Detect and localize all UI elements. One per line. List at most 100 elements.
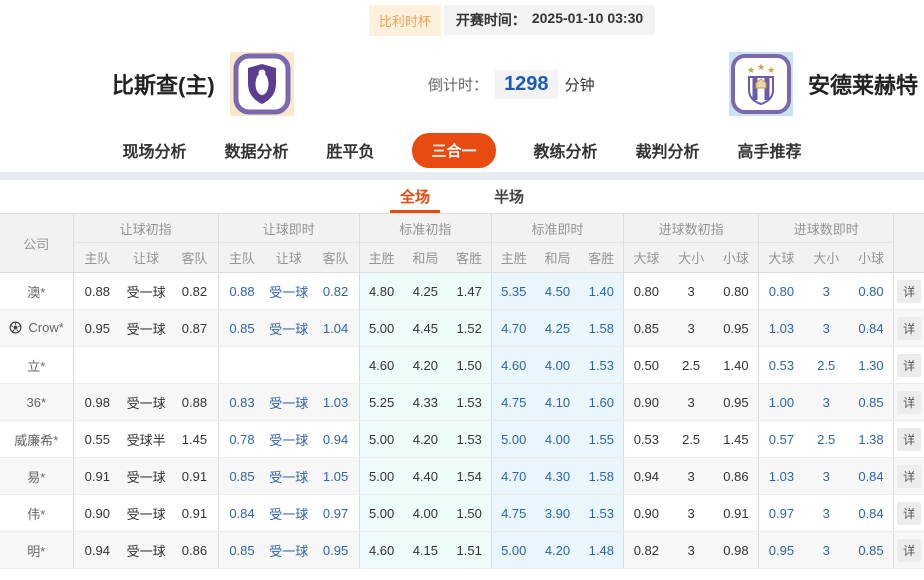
nav-tab[interactable]: 现场分析 xyxy=(122,138,186,162)
detail-button[interactable]: 详 xyxy=(897,502,921,525)
nav-tab[interactable]: 教练分析 xyxy=(534,138,598,162)
odds-cell: 0.91 xyxy=(171,458,218,495)
company-cell[interactable]: 36* xyxy=(0,384,73,421)
odds-cell: 5.00 xyxy=(359,458,403,495)
odds-cell: 1.47 xyxy=(447,273,491,310)
home-team-crest xyxy=(230,52,294,116)
odds-cell: 4.60 xyxy=(359,532,403,569)
detail-button[interactable]: 详 xyxy=(897,465,921,488)
company-name: Crow* xyxy=(28,320,63,335)
detail-button[interactable]: 详 xyxy=(897,280,921,303)
odds-cell: 1.54 xyxy=(447,458,491,495)
group-header-standard-initial: 标准初指 xyxy=(359,214,491,243)
company-name: 36* xyxy=(27,395,47,410)
odds-cell: 受一球 xyxy=(265,273,312,310)
period-tab[interactable]: 全场 xyxy=(390,180,440,213)
home-team-name: 比斯查(主) xyxy=(112,68,215,100)
odds-cell: 0.80 xyxy=(759,273,804,310)
group-header-goals-initial: 进球数初指 xyxy=(624,214,759,243)
company-header: 公司 xyxy=(0,214,73,273)
analysis-nav: 现场分析 数据分析 胜平负 三合一 教练分析 裁判分析 高手推荐 xyxy=(0,128,924,172)
odds-cell: 0.95 xyxy=(714,384,759,421)
company-cell[interactable]: 澳* xyxy=(0,273,73,310)
group-header-handicap-initial: 让球初指 xyxy=(73,214,218,243)
odds-cell: 0.95 xyxy=(312,532,359,569)
odds-cell: 1.53 xyxy=(580,495,624,532)
odds-cell: 3 xyxy=(669,273,714,310)
odds-cell: 0.95 xyxy=(73,310,121,347)
odds-cell: 受一球 xyxy=(121,532,171,569)
detail-button[interactable]: 详 xyxy=(897,428,921,451)
section-divider xyxy=(0,172,924,180)
company-cell[interactable]: 伟* xyxy=(0,495,73,532)
odds-cell: 受一球 xyxy=(121,495,171,532)
kickoff-time: 2025-01-10 03:30 xyxy=(532,10,643,30)
odds-cell: 1.50 xyxy=(447,347,491,384)
col-header: 和局 xyxy=(535,243,579,273)
odds-cell: 0.90 xyxy=(624,495,669,532)
odds-cell: 1.03 xyxy=(312,384,359,421)
col-header: 大小 xyxy=(804,243,849,273)
nav-tab[interactable]: 裁判分析 xyxy=(636,138,700,162)
odds-cell: 0.78 xyxy=(218,421,265,458)
detail-cell: 详 xyxy=(894,347,924,384)
odds-cell: 0.84 xyxy=(849,310,894,347)
odds-cell: 3 xyxy=(804,310,849,347)
odds-cell: 受一球 xyxy=(121,458,171,495)
period-tab[interactable]: 半场 xyxy=(484,180,534,213)
odds-cell: 1.45 xyxy=(714,421,759,458)
odds-cell: 1.40 xyxy=(714,347,759,384)
nav-tab[interactable]: 高手推荐 xyxy=(738,138,802,162)
odds-cell: 1.03 xyxy=(759,458,804,495)
odds-cell: 0.88 xyxy=(73,273,121,310)
odds-cell: 0.83 xyxy=(218,384,265,421)
detail-cell: 详 xyxy=(894,273,924,310)
nav-tab[interactable]: 数据分析 xyxy=(224,138,288,162)
odds-cell: 0.97 xyxy=(312,495,359,532)
odds-cell: 受一球 xyxy=(265,421,312,458)
nav-tab[interactable]: 三合一 xyxy=(412,133,495,168)
odds-cell: 4.75 xyxy=(491,495,535,532)
period-tabs: 全场 半场 xyxy=(0,180,924,213)
odds-cell: 0.53 xyxy=(624,421,669,458)
company-name: 明* xyxy=(27,544,45,559)
detail-cell: 详 xyxy=(894,421,924,458)
detail-button[interactable]: 详 xyxy=(897,317,921,340)
odds-cell: 1.53 xyxy=(580,347,624,384)
odds-cell: 0.98 xyxy=(714,532,759,569)
col-header: 主胜 xyxy=(359,243,403,273)
detail-cell: 详 xyxy=(894,495,924,532)
nav-tab[interactable]: 胜平负 xyxy=(326,138,374,162)
odds-cell: 受球半 xyxy=(121,421,171,458)
odds-row: 易* 0.91 受一球 0.91 0.85 受一球 1.05 5.00 4.40… xyxy=(0,458,924,495)
odds-cell: 1.50 xyxy=(447,495,491,532)
odds-cell: 受一球 xyxy=(265,495,312,532)
odds-cell xyxy=(265,347,312,384)
odds-row: 立* 4.60 4.20 1.50 4.60 4.00 1.53 0.50 2.… xyxy=(0,347,924,384)
odds-cell: 0.91 xyxy=(171,495,218,532)
odds-cell: 1.58 xyxy=(580,310,624,347)
odds-cell: 4.70 xyxy=(491,310,535,347)
odds-cell: 0.87 xyxy=(171,310,218,347)
company-cell[interactable]: 立* xyxy=(0,347,73,384)
detail-button[interactable]: 详 xyxy=(897,354,921,377)
col-header: 让球 xyxy=(121,243,171,273)
company-name: 伟* xyxy=(27,507,45,522)
group-header-standard-live: 标准即时 xyxy=(491,214,623,243)
soccer-ball-icon xyxy=(9,321,22,337)
company-cell[interactable]: 明* xyxy=(0,532,73,569)
odds-cell: 0.95 xyxy=(759,532,804,569)
odds-cell: 5.35 xyxy=(491,273,535,310)
odds-cell: 0.91 xyxy=(714,495,759,532)
company-cell[interactable]: 威廉希* xyxy=(0,421,73,458)
group-header-goals-live: 进球数即时 xyxy=(759,214,894,243)
detail-button[interactable]: 详 xyxy=(897,391,921,414)
company-cell[interactable]: Crow* xyxy=(0,310,73,347)
odds-cell: 3 xyxy=(804,532,849,569)
detail-button[interactable]: 详 xyxy=(897,539,921,562)
odds-cell: 5.00 xyxy=(359,495,403,532)
odds-cell: 受一球 xyxy=(265,458,312,495)
company-cell[interactable]: 易* xyxy=(0,458,73,495)
odds-cell: 受一球 xyxy=(265,310,312,347)
odds-cell: 1.30 xyxy=(849,347,894,384)
